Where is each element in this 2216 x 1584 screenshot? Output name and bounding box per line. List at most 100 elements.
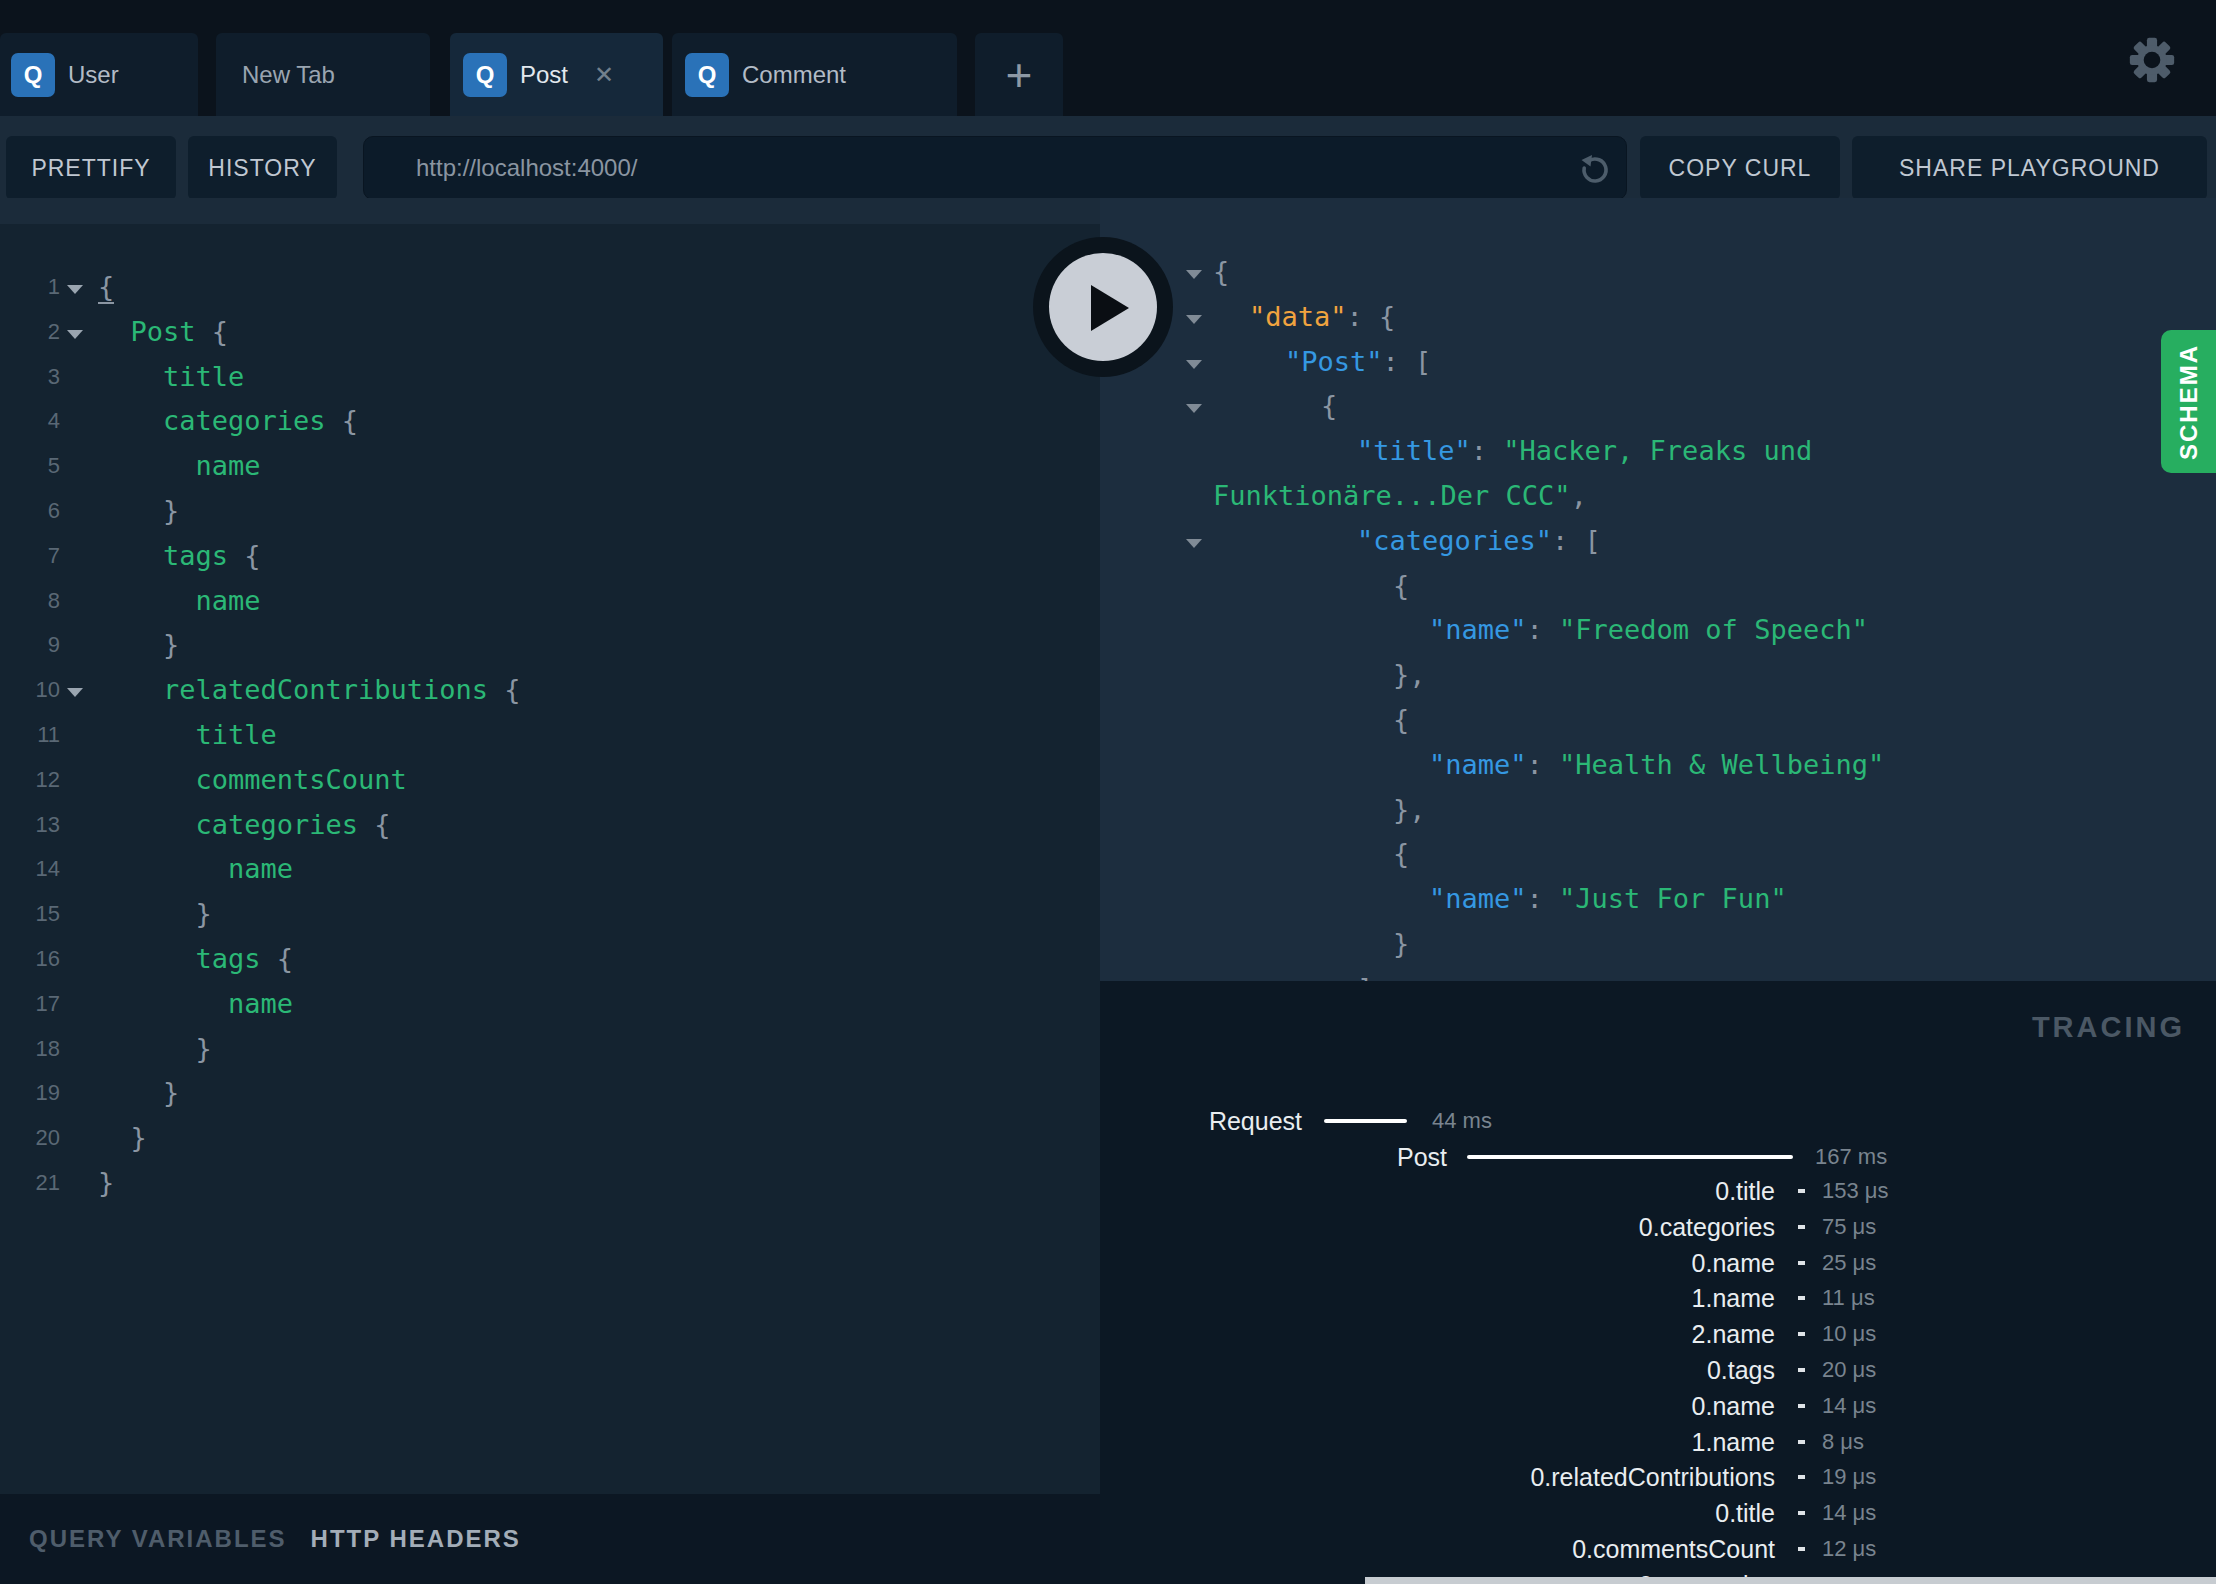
tab-user[interactable]: Q User [0,33,198,116]
query-code: categories { [196,803,391,848]
query-code: Post { [131,310,229,355]
query-line[interactable]: 3 title [0,355,1100,400]
query-line[interactable]: 2 Post { [0,310,1100,355]
response-code: "categories": [ [1357,519,1601,564]
tab-comment[interactable]: Q Comment [672,33,957,116]
execute-button[interactable] [1033,237,1173,377]
query-line[interactable]: 4categories { [0,399,1100,444]
tracing-row: 0.relatedContributions19 μs [1100,1459,2216,1495]
response-line: "name": "Just For Fun" [1100,877,2216,922]
copy-curl-button[interactable]: COPY CURL [1640,136,1840,200]
tracing-title: TRACING [2032,1011,2185,1044]
dash [1798,1368,1805,1372]
add-tab-button[interactable]: + [975,33,1063,116]
settings-gear-icon[interactable] [2128,36,2176,84]
endpoint-url-input[interactable]: http://localhost:4000/ [363,136,1627,200]
tracing-row: 2.name10 μs [1100,1316,2216,1352]
query-line[interactable]: 11title [0,713,1100,758]
response-line: { [1100,384,2216,429]
query-variables-tab[interactable]: QUERY VARIABLES [29,1525,287,1553]
tab-label: Post [520,61,568,89]
query-editor[interactable]: 1{2Post {3title4categories {5name6}7tags… [0,224,1100,1494]
query-line[interactable]: 13 categories { [0,803,1100,848]
fold-arrow-icon[interactable] [67,688,83,697]
dash [1798,1440,1805,1444]
query-line[interactable]: 17name [0,982,1100,1027]
query-line[interactable]: 18} [0,1027,1100,1072]
tab-new-tab[interactable]: New Tab [216,33,430,116]
response-pane: {"data": {"Post": [{"title": "Hacker, Fr… [1100,198,2216,981]
dash [1798,1225,1805,1229]
tracing-row: 1.name8 μs [1100,1424,2216,1460]
query-line[interactable]: 9} [0,623,1100,668]
query-line[interactable]: 14name [0,847,1100,892]
schema-tab[interactable]: SCHEMA [2161,330,2216,473]
query-line[interactable]: 7tags { [0,534,1100,579]
line-number: 4 [0,399,60,444]
query-line[interactable]: 8name [0,579,1100,624]
response-code: { [1321,384,1337,429]
response-code: { [1393,698,1409,743]
http-headers-tab[interactable]: HTTP HEADERS [311,1525,521,1553]
query-code: commentsCount [196,758,407,803]
query-code: } [163,489,179,534]
fold-arrow-icon[interactable] [67,285,83,294]
tab-bar: Q User New Tab Q Post ✕ Q Comment + [0,0,2216,116]
reload-icon[interactable] [1578,152,1612,186]
tracing-label: 0.commentsCount [1572,1531,1775,1567]
query-line[interactable]: 5name [0,444,1100,489]
collapse-arrow-icon[interactable] [1186,404,1202,413]
collapse-arrow-icon[interactable] [1186,315,1202,324]
query-line[interactable]: 21} [0,1161,1100,1206]
line-number: 18 [0,1027,60,1072]
response-code: "Post": [ [1285,340,1431,385]
response-code: Funktionäre...Der CCC", [1213,474,1587,519]
response-code: "data": { [1249,295,1395,340]
line-number: 11 [0,713,60,758]
close-tab-icon[interactable]: ✕ [594,61,614,89]
query-line[interactable]: 1{ [0,265,1100,310]
collapse-arrow-icon[interactable] [1186,360,1202,369]
response-code: } [1393,922,1409,967]
query-badge: Q [463,53,507,97]
line-number: 20 [0,1116,60,1161]
response-code: { [1393,832,1409,877]
share-playground-button[interactable]: SHARE PLAYGROUND [1852,136,2207,200]
response-code: "name": "Freedom of Speech" [1429,608,1868,653]
tracing-label: 0.title [1715,1173,1775,1209]
line-number: 8 [0,579,60,624]
query-line[interactable]: 19} [0,1071,1100,1116]
tracing-value: 14 μs [1822,1495,1876,1531]
query-line[interactable]: 15} [0,892,1100,937]
toolbar: PRETTIFY HISTORY http://localhost:4000/ … [0,116,2216,198]
tab-label: New Tab [242,61,335,89]
fold-arrow-icon[interactable] [67,330,83,339]
query-line[interactable]: 6} [0,489,1100,534]
tracing-value: 14 μs [1822,1388,1876,1424]
response-code: { [1393,564,1409,609]
query-code: title [163,355,244,400]
query-badge: Q [11,53,55,97]
query-line[interactable]: 20} [0,1116,1100,1161]
response-line: { [1100,698,2216,743]
query-line[interactable]: 10relatedContributions { [0,668,1100,713]
line-number: 3 [0,355,60,400]
collapse-arrow-icon[interactable] [1186,539,1202,548]
endpoint-url: http://localhost:4000/ [416,154,637,182]
response-line: "name": "Freedom of Speech" [1100,608,2216,653]
response-line: "data": { [1100,295,2216,340]
query-line[interactable]: 16tags { [0,937,1100,982]
horizontal-scrollbar[interactable] [1365,1577,2216,1584]
dash [1798,1189,1805,1193]
line-number: 1 [0,265,60,310]
tracing-label: 0.tags [1707,1352,1775,1388]
tab-post[interactable]: Q Post ✕ [450,33,663,116]
tracing-row: 0.tags20 μs [1100,1352,2216,1388]
history-button[interactable]: HISTORY [188,136,337,200]
line-number: 13 [0,803,60,848]
query-line[interactable]: 12commentsCount [0,758,1100,803]
prettify-button[interactable]: PRETTIFY [6,136,176,200]
line-number: 2 [0,310,60,355]
collapse-arrow-icon[interactable] [1186,270,1202,279]
tracing-label: Request [1209,1103,1302,1139]
